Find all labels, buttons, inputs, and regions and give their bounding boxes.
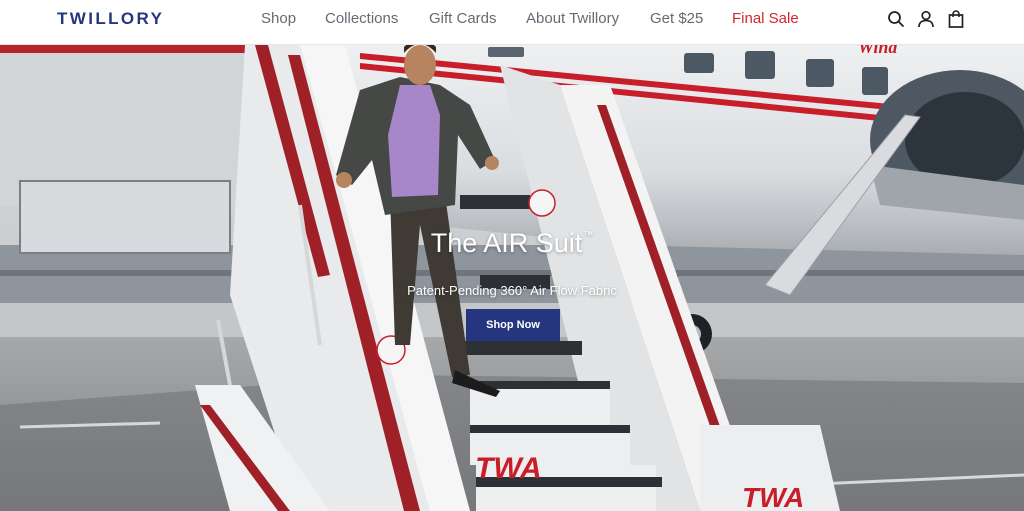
shop-now-button[interactable]: Shop Now <box>466 309 560 341</box>
hero-subtitle: Patent-Pending 360° Air Flow Fabric <box>407 283 617 298</box>
nav-final-sale[interactable]: Final Sale <box>732 10 799 27</box>
cart-icon[interactable] <box>946 9 966 29</box>
search-icon[interactable] <box>886 9 906 29</box>
fuselage-script: Wind <box>858 45 898 57</box>
nav-about-twillory[interactable]: About Twillory <box>526 10 619 27</box>
nav-get-25[interactable]: Get $25 <box>650 10 703 27</box>
hero-banner: Wind TWA TWA The AIR Suit™ Patent-Pendin… <box>0 45 1024 511</box>
nav-gift-cards[interactable]: Gift Cards <box>429 10 497 27</box>
nav-shop[interactable]: Shop <box>261 10 296 27</box>
account-icon[interactable] <box>916 9 936 29</box>
stair-twa-logo: TWA <box>475 452 542 485</box>
nav-collections[interactable]: Collections <box>325 10 398 27</box>
hero-background-image: Wind TWA TWA <box>0 45 1024 511</box>
fuselage-twa-logo: TWA <box>742 482 804 511</box>
header-icons <box>886 9 976 29</box>
hero-title: The AIR Suit™ <box>430 228 594 258</box>
site-header: TWILLORY Shop Collections Gift Cards Abo… <box>0 0 1024 45</box>
main-nav: Shop Collections Gift Cards About Twillo… <box>0 10 1024 30</box>
trademark-mark: ™ <box>583 230 594 241</box>
